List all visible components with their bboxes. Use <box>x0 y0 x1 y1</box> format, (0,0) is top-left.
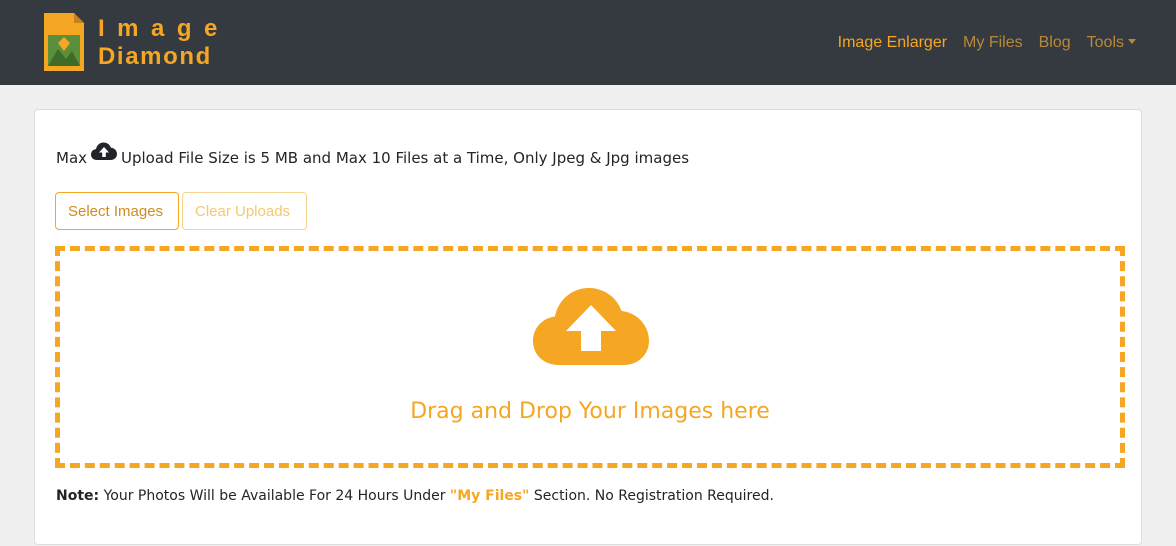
top-navbar: Image Diamond Image Enlarger My Files Bl… <box>0 0 1176 85</box>
nav-item-tools-label: Tools <box>1086 34 1124 51</box>
drop-zone-text: Drag and Drop Your Images here <box>410 399 770 424</box>
image-diamond-logo-icon <box>44 13 84 71</box>
retention-note: Note: Your Photos Will be Available For … <box>56 488 774 504</box>
upload-info-prefix: Max <box>56 149 88 167</box>
brand-logo-link[interactable]: Image Diamond <box>44 13 230 71</box>
nav-item-tools[interactable]: Tools <box>1087 34 1136 52</box>
upload-card: Max Upload File Size is 5 MB and Max 10 … <box>34 109 1142 545</box>
drag-drop-zone[interactable]: Drag and Drop Your Images here <box>55 246 1125 468</box>
upload-info-text: Max Upload File Size is 5 MB and Max 10 … <box>56 142 690 168</box>
brand-name-line1: Image <box>98 15 230 42</box>
main-nav: Image Enlarger My Files Blog Tools <box>838 34 1136 52</box>
caret-down-icon <box>1128 39 1136 44</box>
brand-name-line2: Diamond <box>98 43 212 70</box>
cloud-upload-icon <box>533 288 649 365</box>
note-my-files-link[interactable]: "My Files" <box>450 488 530 504</box>
note-label: Note: <box>56 488 100 504</box>
select-images-button[interactable]: Select Images <box>55 192 179 230</box>
nav-item-blog[interactable]: Blog <box>1039 34 1071 52</box>
note-text-after: Section. No Registration Required. <box>529 488 774 504</box>
brand-name: Image Diamond <box>98 15 230 69</box>
cloud-upload-icon <box>91 142 118 160</box>
clear-uploads-button[interactable]: Clear Uploads <box>182 192 307 230</box>
upload-info-suffix: Upload File Size is 5 MB and Max 10 File… <box>121 149 690 167</box>
nav-item-my-files[interactable]: My Files <box>963 34 1023 52</box>
nav-item-image-enlarger[interactable]: Image Enlarger <box>838 34 947 52</box>
note-text-before: Your Photos Will be Available For 24 Hou… <box>99 488 450 504</box>
